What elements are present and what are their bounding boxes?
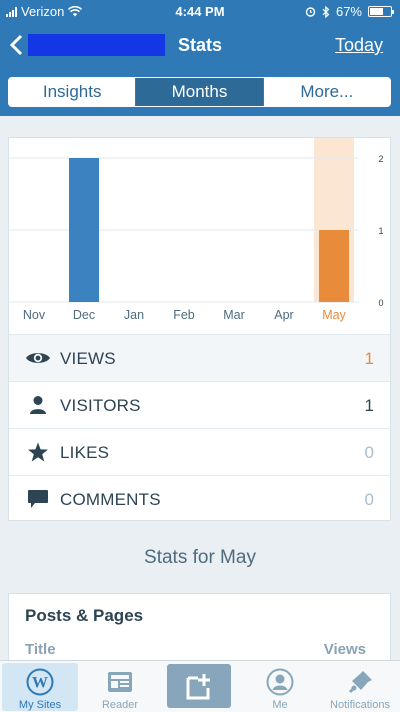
y-tick-label: 2 <box>378 154 383 164</box>
stat-label: LIKES <box>60 443 110 462</box>
svg-text:W: W <box>32 675 48 692</box>
stat-row-likes[interactable]: LIKES 0 <box>9 428 390 475</box>
period-segmented-control: Insights Months More... <box>8 77 391 107</box>
page-title: Stats <box>178 35 223 55</box>
y-tick-label: 0 <box>378 298 383 308</box>
tab-label: Months <box>171 82 228 101</box>
bar <box>319 230 349 302</box>
tab-label: Notifications <box>330 699 390 711</box>
stat-label: COMMENTS <box>60 490 161 509</box>
y-tick-label: 1 <box>378 226 383 236</box>
tab-reader[interactable]: Reader <box>82 663 158 711</box>
stat-row-visitors[interactable]: VISITORS 1 <box>9 381 390 428</box>
tab-label: Insights <box>42 82 102 101</box>
stat-value: 0 <box>364 490 374 509</box>
posts-title: Posts & Pages <box>25 606 144 625</box>
stat-label: VIEWS <box>60 349 116 368</box>
stat-row-comments[interactable]: COMMENTS 0 <box>9 475 390 522</box>
stat-label: VISITORS <box>60 396 141 415</box>
x-tick-label: Mar <box>223 308 245 322</box>
tab-label: My Sites <box>18 699 62 711</box>
tab-months[interactable]: Months <box>136 78 264 106</box>
comment-icon <box>25 488 51 510</box>
status-bar: Verizon 4:44 PM 67% <box>0 0 400 22</box>
bell-icon <box>346 668 374 696</box>
write-post-button[interactable] <box>167 664 231 708</box>
stat-row-views[interactable]: VIEWS 1 <box>9 334 390 381</box>
tab-label: More... <box>300 82 354 101</box>
bluetooth-icon <box>322 5 330 18</box>
today-button[interactable]: Today <box>335 35 383 56</box>
tab-label: Reader <box>101 699 139 711</box>
battery-icon <box>368 6 394 17</box>
eye-icon <box>25 347 51 369</box>
wordpress-icon: W <box>26 668 54 696</box>
column-header-title: Title <box>25 641 56 658</box>
stat-value: 1 <box>364 349 374 368</box>
x-tick-label: Nov <box>23 308 46 322</box>
x-tick-label: Dec <box>73 308 95 322</box>
x-tick-label: Jan <box>124 308 144 322</box>
person-icon <box>25 394 51 416</box>
chart-svg: 2 1 0 Nov Dec Jan Feb Mar Apr May <box>9 138 384 322</box>
chevron-left-icon <box>9 34 23 56</box>
battery-percent: 67% <box>335 4 362 19</box>
tab-bar: W My Sites Reader Me Notifications <box>0 660 400 712</box>
tab-me[interactable]: Me <box>242 663 318 711</box>
tab-more[interactable]: More... <box>264 78 390 106</box>
stat-value: 1 <box>364 396 374 415</box>
reader-icon <box>106 668 134 696</box>
star-icon <box>25 441 51 463</box>
tab-notifications[interactable]: Notifications <box>322 663 398 711</box>
status-right: 67% <box>305 4 394 19</box>
bar <box>69 158 99 302</box>
x-tick-label: Apr <box>274 308 293 322</box>
nav-bar: Stats Today <box>0 22 400 68</box>
x-tick-label: May <box>322 308 346 322</box>
column-header-views: Views <box>323 641 366 658</box>
tab-my-sites[interactable]: W My Sites <box>2 663 78 711</box>
me-icon <box>266 668 294 696</box>
write-icon <box>186 674 210 700</box>
x-tick-label: Feb <box>173 308 195 322</box>
section-heading: Stats for May <box>144 547 256 568</box>
stats-card: 2 1 0 Nov Dec Jan Feb Mar Apr May VIEWS 1 VISITOR… <box>8 137 391 521</box>
back-button[interactable] <box>4 28 28 62</box>
stat-value: 0 <box>364 443 374 462</box>
tab-label: Me <box>272 699 288 711</box>
views-chart[interactable]: 2 1 0 Nov Dec Jan Feb Mar Apr May <box>9 138 392 334</box>
alarm-icon <box>305 7 316 17</box>
header: Verizon 4:44 PM 67% Stats Today Insights… <box>0 0 400 116</box>
redacted-site-name <box>28 34 165 56</box>
tab-insights[interactable]: Insights <box>9 78 137 106</box>
